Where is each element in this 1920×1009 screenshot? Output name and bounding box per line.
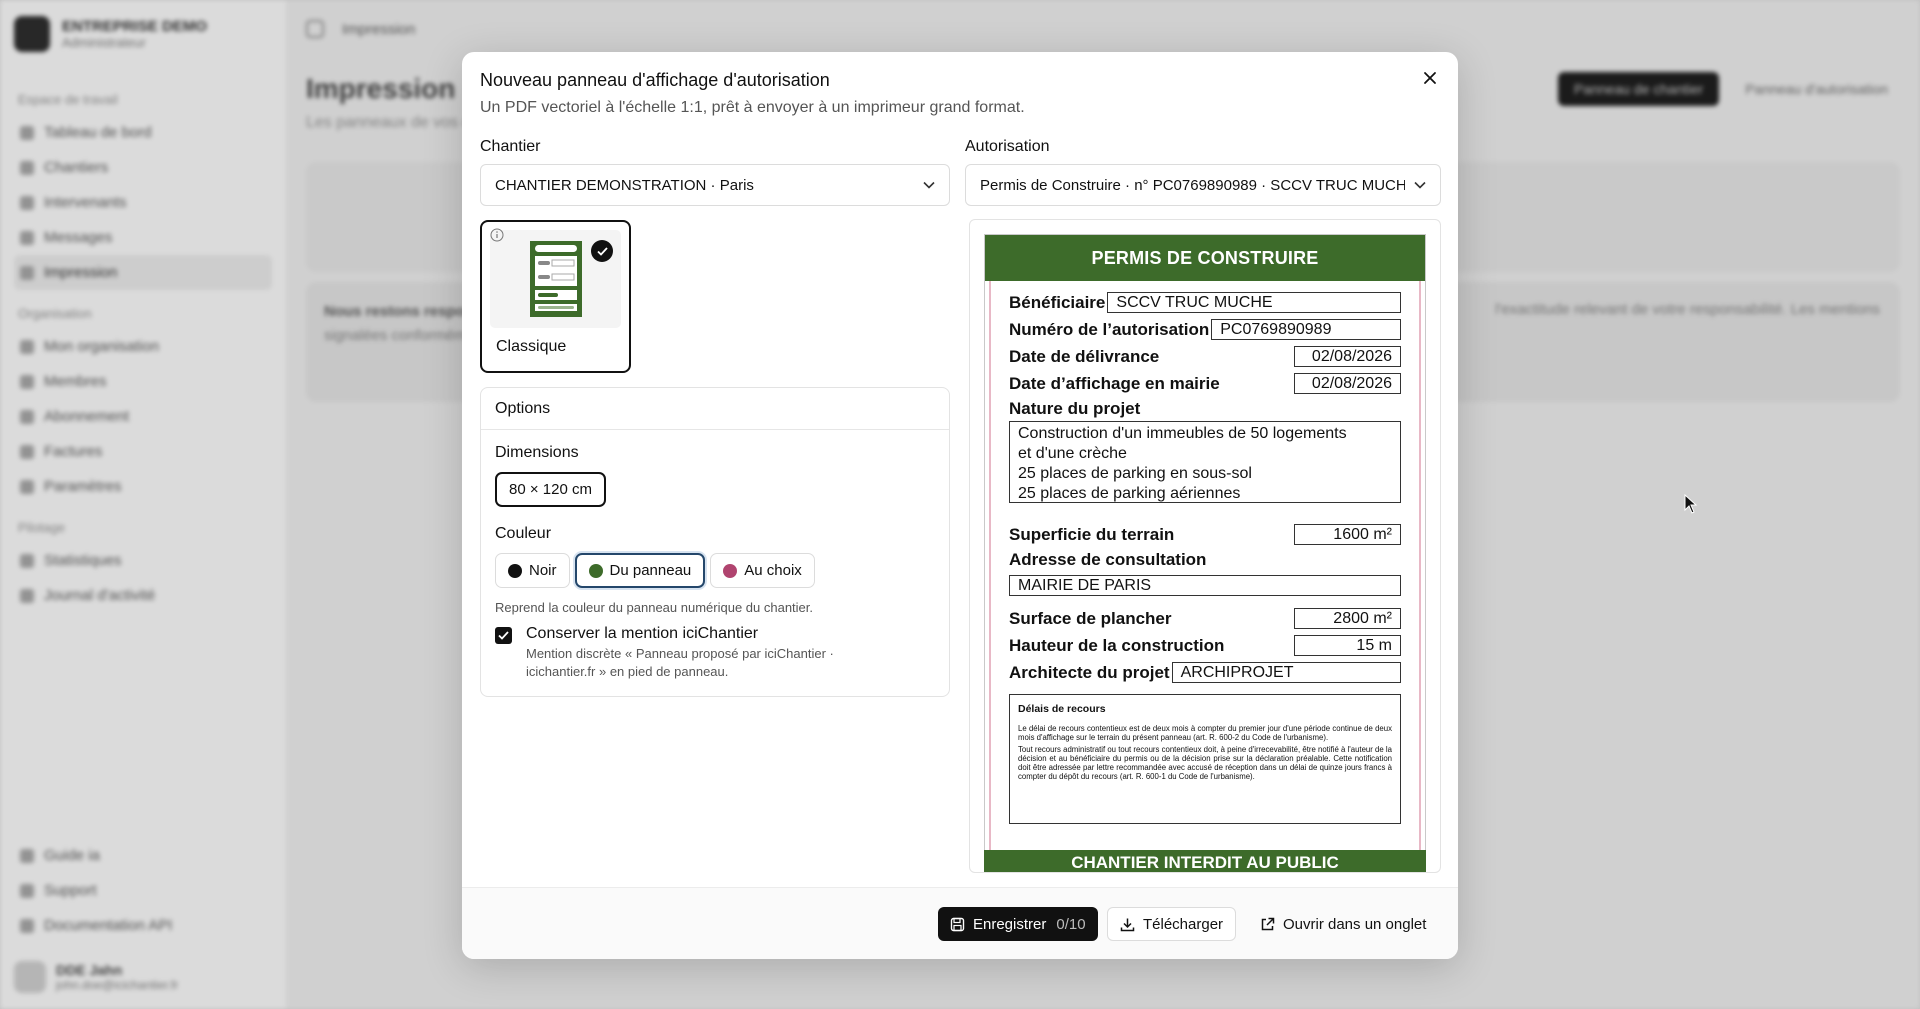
color-hint: Reprend la couleur du panneau numérique …	[495, 600, 814, 615]
adresse-row: MAIRIE DE PARIS	[1009, 572, 1401, 599]
dialog-footer: Enregistrer 0/10 Télécharger Ouvrir dans…	[462, 887, 1458, 959]
color-swatch-au-choix	[723, 563, 738, 578]
adresse-label: Adresse de consultation	[1009, 550, 1207, 569]
settings-column: Chantier CHANTIER DEMONSTRATION · Paris	[480, 138, 950, 697]
template-label: Classique	[496, 338, 567, 355]
nature-value: Construction d'un immeubles de 50 logeme…	[1009, 421, 1401, 503]
delivrance-value: 02/08/2026	[1294, 346, 1401, 367]
color-swatch-noir	[508, 563, 522, 578]
delivrance-label: Date de délivrance	[1009, 346, 1160, 366]
plancher-value: 2800 m²	[1294, 608, 1401, 629]
mouse-cursor-icon	[1684, 494, 1698, 514]
dimension-option-80x120[interactable]: 80 × 120 cm	[495, 472, 606, 507]
affichage-label: Date d’affichage en mairie	[1009, 373, 1220, 393]
check-icon	[498, 631, 509, 640]
nature-line: Construction d'un immeubles de 50 logeme…	[1018, 425, 1347, 442]
autorisation-select-value: Permis de Construire · n° PC0769890989 ·…	[980, 176, 1405, 194]
architecte-row: Architecte du projet ARCHIPROJET	[1009, 659, 1401, 686]
color-swatch-du-panneau	[588, 563, 603, 578]
new-authorization-panel-dialog: Nouveau panneau d'affichage d'autorisati…	[462, 52, 1458, 959]
nature-line: 25 places de parking aériennes	[1018, 485, 1241, 502]
color-option-noir[interactable]: Noir	[495, 553, 570, 588]
template-card-classique[interactable]: Classique	[480, 220, 631, 373]
affichage-value: 02/08/2026	[1294, 373, 1401, 394]
open-in-tab-button[interactable]: Ouvrir dans un onglet	[1248, 907, 1438, 941]
chevron-down-icon	[1414, 181, 1426, 189]
save-label: Enregistrer	[973, 915, 1047, 933]
autorisation-label: Autorisation	[965, 138, 1050, 155]
chantier-select[interactable]: CHANTIER DEMONSTRATION · Paris	[480, 164, 950, 206]
nature-label: Nature du projet	[1009, 399, 1141, 418]
numero-row: Numéro de l’autorisation PC0769890989	[1009, 316, 1401, 343]
info-icon[interactable]	[490, 228, 504, 242]
chantier-select-value: CHANTIER DEMONSTRATION · Paris	[495, 176, 754, 194]
options-title: Options	[481, 388, 949, 430]
adresse-value: MAIRIE DE PARIS	[1009, 575, 1401, 596]
recours-box: Délais de recours Le délai de recours co…	[1009, 694, 1401, 824]
panel-sheet: PERMIS DE CONSTRUIRE Bénéficiaire SCCV T…	[984, 234, 1426, 872]
nature-line: et d'une crèche	[1018, 445, 1127, 462]
save-icon	[950, 917, 965, 931]
close-icon	[1424, 72, 1436, 84]
beneficiaire-label: Bénéficiaire	[1009, 292, 1106, 312]
download-button[interactable]: Télécharger	[1107, 907, 1237, 941]
download-icon	[1120, 918, 1135, 931]
color-option-label: Au choix	[744, 562, 802, 579]
close-button[interactable]	[1416, 64, 1444, 92]
panel-body: Bénéficiaire SCCV TRUC MUCHE Numéro de l…	[989, 281, 1421, 872]
external-link-icon	[1261, 917, 1275, 930]
plancher-row: Surface de plancher 2800 m²	[1009, 605, 1401, 632]
keep-mention-checkbox[interactable]	[495, 627, 512, 644]
chevron-down-icon	[923, 181, 935, 189]
hauteur-label: Hauteur de la construction	[1009, 635, 1225, 655]
superficie-value: 1600 m²	[1294, 524, 1401, 545]
beneficiaire-row: Bénéficiaire SCCV TRUC MUCHE	[1009, 289, 1401, 316]
keep-mention-description: Mention discrète « Panneau proposé par i…	[526, 646, 834, 679]
panel-footer-banner: CHANTIER INTERDIT AU PUBLIC	[984, 850, 1426, 872]
numero-value: PC0769890989	[1211, 319, 1401, 340]
numero-label: Numéro de l’autorisation	[1009, 319, 1210, 339]
dimensions-label: Dimensions	[495, 444, 579, 461]
superficie-row: Superficie du terrain 1600 m²	[1009, 521, 1401, 548]
save-count: 0/10	[1056, 915, 1086, 933]
color-option-au-choix[interactable]: Au choix	[710, 553, 815, 588]
beneficiaire-value: SCCV TRUC MUCHE	[1107, 292, 1401, 313]
keep-mention-title[interactable]: Conserver la mention iciChantier	[526, 625, 856, 643]
save-button[interactable]: Enregistrer 0/10	[938, 907, 1098, 941]
hauteur-row: Hauteur de la construction 15 m	[1009, 632, 1401, 659]
panel-template-icon	[529, 241, 582, 317]
couleur-label: Couleur	[495, 525, 552, 542]
color-option-label: Du panneau	[609, 562, 692, 579]
panel-title: PERMIS DE CONSTRUIRE	[985, 235, 1425, 281]
plancher-label: Surface de plancher	[1009, 608, 1172, 628]
preview-column: Autorisation Permis de Construire · n° P…	[965, 138, 1441, 873]
selected-check-icon	[591, 240, 613, 262]
download-label: Télécharger	[1143, 915, 1224, 933]
chantier-label: Chantier	[480, 138, 541, 155]
autorisation-select[interactable]: Permis de Construire · n° PC0769890989 ·…	[965, 164, 1441, 206]
recours-paragraph: Tout recours administratif ou tout recou…	[1018, 745, 1392, 781]
keep-mention-row: Conserver la mention iciChantier Mention…	[495, 625, 935, 680]
recours-title: Délais de recours	[1018, 703, 1106, 715]
architecte-label: Architecte du projet	[1009, 662, 1170, 682]
dialog-header: Nouveau panneau d'affichage d'autorisati…	[480, 70, 1440, 117]
architecte-value: ARCHIPROJET	[1171, 662, 1401, 683]
open-in-tab-label: Ouvrir dans un onglet	[1283, 915, 1427, 933]
dialog-subtitle: Un PDF vectoriel à l'échelle 1:1, prêt à…	[480, 99, 1025, 116]
options-panel: Options Dimensions 80 × 120 cm Couleur N…	[480, 387, 950, 697]
superficie-label: Superficie du terrain	[1009, 524, 1175, 544]
panel-preview: PERMIS DE CONSTRUIRE Bénéficiaire SCCV T…	[969, 219, 1441, 873]
dialog-title: Nouveau panneau d'affichage d'autorisati…	[480, 70, 830, 90]
color-option-label: Noir	[529, 562, 557, 579]
color-option-du-panneau[interactable]: Du panneau	[574, 553, 706, 588]
delivrance-row: Date de délivrance 02/08/2026	[1009, 343, 1401, 370]
recours-paragraph: Le délai de recours contentieux est de d…	[1018, 724, 1392, 742]
options-body: Dimensions 80 × 120 cm Couleur Noir Du p…	[481, 430, 949, 694]
hauteur-value: 15 m	[1294, 635, 1401, 656]
affichage-row: Date d’affichage en mairie 02/08/2026	[1009, 370, 1401, 397]
nature-line: 25 places de parking en sous-sol	[1018, 465, 1252, 482]
